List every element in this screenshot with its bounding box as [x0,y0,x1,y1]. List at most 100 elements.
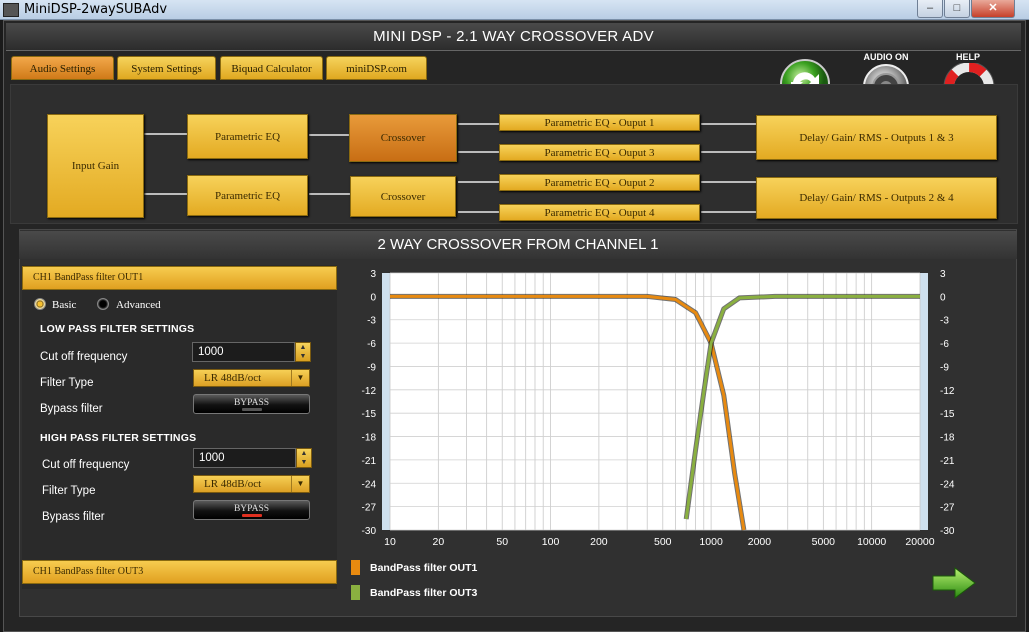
lp-bypass-button[interactable]: BYPASS [193,394,310,414]
panel-title: 2 WAY CROSSOVER FROM CHANNEL 1 [19,231,1017,259]
app-header: MINI DSP - 2.1 WAY CROSSOVER ADV [6,23,1021,51]
wire [701,181,757,183]
x-tick-label: 50 [496,536,508,548]
lp-cutoff-label: Cut off frequency [40,351,128,363]
hp-bypass-label: Bypass filter [42,511,105,523]
section-out3-header[interactable]: CH1 BandPass filter OUT3 [22,560,337,584]
hp-cutoff-spinner[interactable]: ▲ ▼ [296,448,312,468]
close-button[interactable]: ✕ [971,0,1015,18]
tab-audio-settings[interactable]: Audio Settings [11,56,114,80]
hp-type-select[interactable]: LR 48dB/oct ▼ [193,475,310,493]
mode-advanced-label: Advanced [116,299,161,311]
wire [701,151,757,153]
right-arrow-icon[interactable] [931,566,977,600]
mode-basic-radio[interactable] [34,298,46,310]
y-tick-label-left: -18 [362,433,377,444]
x-tick-label: 2000 [748,536,772,548]
input-gain-block[interactable]: Input Gain [47,114,144,218]
lp-bypass-label: Bypass filter [40,403,103,415]
tab-biquad-calculator[interactable]: Biquad Calculator [220,56,323,80]
x-tick-label: 5000 [812,536,836,548]
x-tick-label: 20000 [905,536,934,548]
y-tick-label-left: -6 [367,339,376,350]
legend-label-out1: BandPass filter OUT1 [370,562,478,574]
window-title: MiniDSP-2waySUBAdv [24,2,168,17]
peq-bottom-block[interactable]: Parametric EQ [187,175,308,216]
lp-type-select[interactable]: LR 48dB/oct ▼ [193,369,310,387]
peq-top-block[interactable]: Parametric EQ [187,114,308,159]
hp-cutoff-input[interactable]: 1000 [193,448,296,468]
y-tick-label-right: -18 [940,433,955,444]
legend-label-out3: BandPass filter OUT3 [370,587,478,599]
high-pass-heading: HIGH PASS FILTER SETTINGS [40,432,197,444]
lp-cutoff-input[interactable]: 1000 [192,342,295,362]
y-tick-label-left: -12 [362,386,377,397]
y-tick-label-right: -12 [940,386,955,397]
delay-gain-rms-outputs-2-4-block[interactable]: Delay/ Gain/ RMS - Outputs 2 & 4 [756,177,997,219]
chevron-down-icon: ▼ [291,370,309,386]
y-tick-label-right: -3 [940,316,949,327]
chevron-down-icon: ▼ [291,476,309,492]
peq-output-1-block[interactable]: Parametric EQ - Ouput 1 [499,114,700,131]
y-tick-label-right: -9 [940,362,949,373]
led-indicator-icon [242,408,262,411]
y-tick-label-left: -15 [362,409,377,420]
y-tick-label-left: -24 [362,479,377,490]
x-tick-label: 10000 [857,536,886,548]
wire [458,181,500,183]
mode-basic-label: Basic [52,299,77,311]
y-tick-label-left: 3 [370,269,376,280]
y-tick-label-left: -9 [367,362,376,373]
maximize-button[interactable]: □ [944,0,970,18]
x-tick-label: 20 [432,536,444,548]
wire [458,123,500,125]
y-tick-label-right: -15 [940,409,955,420]
filter-settings-panel [22,265,337,589]
low-pass-heading: LOW PASS FILTER SETTINGS [40,323,195,335]
y-tick-label-right: -30 [940,526,955,537]
y-tick-label-left: -3 [367,316,376,327]
hp-type-label: Filter Type [42,485,96,497]
minimize-button[interactable]: – [917,0,943,18]
lp-bypass-text: BYPASS [233,398,270,408]
delay-gain-rms-outputs-1-3-block[interactable]: Delay/ Gain/ RMS - Outputs 1 & 3 [756,115,997,160]
y-tick-label-left: -21 [362,456,377,467]
y-tick-label-left: -30 [362,526,377,537]
frequency-response-chart: 3 3 0 0 -3 -3 -6 -6 -9 -9 -12 -12 -15 -15 -18 -18 -21 -21… [362,269,955,548]
lp-type-value: LR 48dB/oct [204,372,262,384]
y-tick-label-right: 3 [940,269,946,280]
wire [701,211,757,213]
x-tick-label: 200 [590,536,608,548]
wire [458,211,500,213]
y-tick-label-right: -27 [940,503,955,514]
hp-bypass-button[interactable]: BYPASS [193,500,310,520]
wire [458,151,500,153]
crossover-top-block[interactable]: Crossover [349,114,457,162]
peq-output-2-block[interactable]: Parametric EQ - Ouput 2 [499,174,700,191]
y-tick-label-left: 0 [370,292,376,303]
wire [701,123,757,125]
plot-edge-right [920,273,928,530]
tab-system-settings[interactable]: System Settings [117,56,216,80]
hp-cutoff-label: Cut off frequency [42,459,130,471]
tab-minidsp-com[interactable]: miniDSP.com [326,56,427,80]
x-tick-label: 100 [542,536,560,548]
wire [144,193,188,195]
section-out1-header[interactable]: CH1 BandPass filter OUT1 [22,266,337,290]
peq-output-4-block[interactable]: Parametric EQ - Ouput 4 [499,204,700,221]
y-tick-label-right: -24 [940,479,955,490]
crossover-bottom-block[interactable]: Crossover [350,176,456,217]
mode-advanced-radio[interactable] [97,298,109,310]
y-tick-label-right: -21 [940,456,955,467]
peq-output-3-block[interactable]: Parametric EQ - Ouput 3 [499,144,700,161]
x-tick-label: 500 [654,536,672,548]
audio-on-label: AUDIO ON [863,52,909,62]
lp-cutoff-spinner[interactable]: ▲ ▼ [295,342,311,362]
led-indicator-icon [242,514,262,517]
x-tick-label: 10 [384,536,396,548]
plot-edge-left [382,273,390,530]
app-icon [3,3,19,17]
legend-swatch-out3 [351,585,360,600]
plot-area [382,273,928,530]
y-tick-label-right: 0 [940,292,946,303]
